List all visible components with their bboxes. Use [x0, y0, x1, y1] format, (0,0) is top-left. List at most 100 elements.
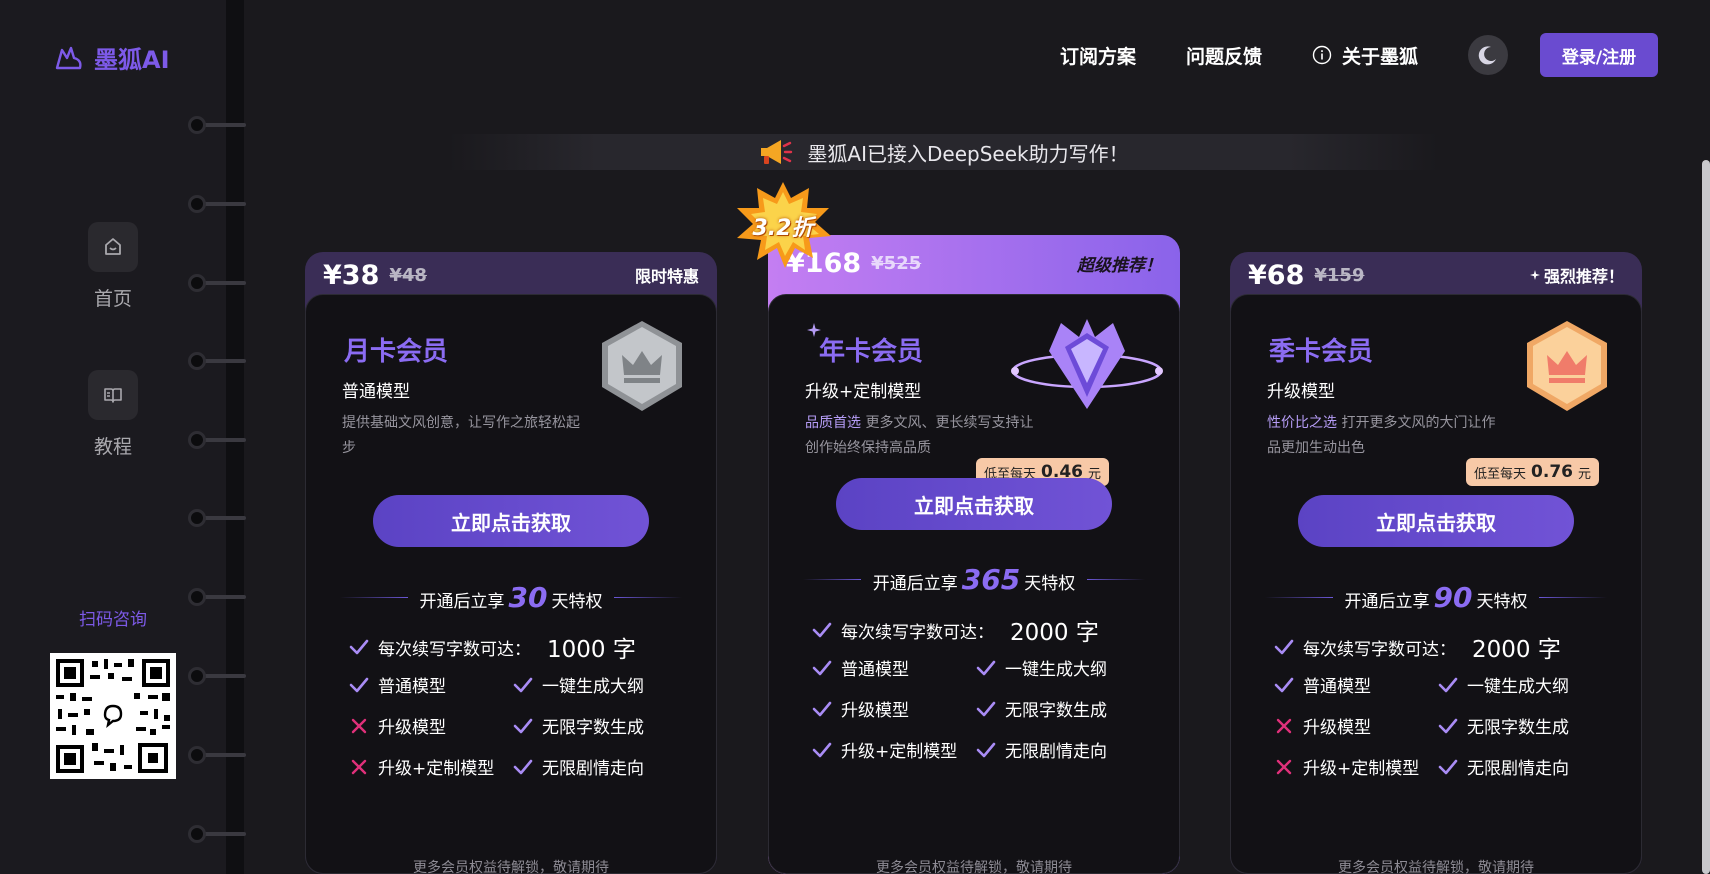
feature-item: 升级+定制模型 [811, 737, 957, 762]
check-icon [1438, 718, 1458, 733]
feature-item: 无限字数生成 [512, 713, 644, 738]
perk-duration: 开通后立享 90 天特权 [1265, 581, 1607, 614]
daily-unit: 元 [1577, 466, 1591, 482]
feature-label: 无限字数生成 [542, 718, 644, 738]
nav-feedback[interactable]: 问题反馈 [1186, 42, 1262, 69]
perk-duration: 开通后立享 365 天特权 [803, 563, 1146, 596]
binder-ring [188, 509, 246, 527]
word-limit-label: 每次续写字数可达： [378, 639, 531, 660]
plan-model: 升级+定制模型 [805, 382, 922, 402]
plan-card-body: 年卡会员 升级+定制模型 品质首选 更多文风、更长续写支持让创作始终保持高品质 … [768, 294, 1180, 874]
theme-toggle-button[interactable] [1468, 35, 1508, 75]
megaphone-icon [761, 140, 793, 164]
perk-days: 90 [1433, 581, 1473, 614]
plan-card-yearly: ¥168 ¥525 超级推荐！ 年卡会员 升级+定制模型 品质首选 更多文风、更… [768, 235, 1180, 874]
feature-item: 普通模型 [811, 655, 909, 680]
plan-card-header: ¥38 ¥48 限时特惠 [305, 252, 717, 298]
feature-item: 一键生成大纲 [975, 655, 1107, 680]
sidebar-item-label: 教程 [93, 436, 132, 458]
binder-ring [188, 588, 246, 606]
binder-ring [188, 116, 246, 134]
feature-item: 升级模型 [811, 696, 909, 721]
page-scrollbar[interactable] [1702, 160, 1710, 874]
feature-item: 一键生成大纲 [512, 672, 644, 697]
check-icon [349, 639, 369, 655]
feature-item: 升级模型 [348, 713, 446, 738]
plan-footnote: 更多会员权益待解锁，敬请期待 [1338, 860, 1534, 874]
announcement-text: 墨狐AI已接入DeepSeek助力写作！ [807, 141, 1129, 166]
plan-old-price: ¥48 [389, 264, 427, 286]
feature-label: 一键生成大纲 [1005, 660, 1107, 680]
daily-price-badge: 低至每天 0.76 元 [1466, 458, 1599, 486]
perk-prefix: 开通后立享 [872, 574, 958, 594]
feature-item: 升级+定制模型 [348, 754, 494, 779]
check-icon [812, 701, 832, 716]
buy-now-button[interactable]: 立即点击获取 [1298, 495, 1574, 547]
word-limit-row: 每次续写字数可达： 2000 字 [1273, 630, 1561, 664]
plan-title: 季卡会员 [1269, 337, 1374, 367]
feature-item: 无限剧情走向 [1437, 754, 1569, 779]
nav-about[interactable]: 关于墨狐 [1312, 42, 1418, 69]
feature-item: 无限字数生成 [1437, 713, 1569, 738]
feature-item: 升级+定制模型 [1273, 754, 1419, 779]
logo[interactable]: 墨狐AI [54, 40, 170, 75]
plan-description: 提供基础文风创意，让写作之旅轻松起步 [342, 411, 582, 461]
nav-subscription-plans[interactable]: 订阅方案 [1060, 42, 1136, 69]
plan-description-highlight: 性价比之选 [1267, 415, 1337, 431]
feature-label: 普通模型 [1303, 677, 1371, 697]
buy-now-button[interactable]: 立即点击获取 [836, 478, 1112, 530]
check-icon [812, 622, 832, 638]
check-icon [1274, 677, 1294, 692]
plan-model: 升级模型 [1267, 382, 1335, 402]
buy-now-button[interactable]: 立即点击获取 [373, 495, 649, 547]
announcement-bar: 墨狐AI已接入DeepSeek助力写作！ [448, 134, 1438, 170]
home-icon-box [88, 222, 138, 272]
check-icon [976, 701, 996, 716]
check-icon [812, 742, 832, 757]
gold-crown-badge-icon [1527, 321, 1607, 411]
feature-item: 升级模型 [1273, 713, 1371, 738]
cross-icon [351, 718, 367, 733]
top-nav: 订阅方案 问题反馈 关于墨狐 登录/注册 [1060, 32, 1658, 78]
binder-ring [188, 195, 246, 213]
binder-ring [188, 274, 246, 292]
check-icon [976, 660, 996, 675]
feature-label: 升级模型 [841, 701, 909, 721]
word-limit-row: 每次续写字数可达： 1000 字 [348, 630, 636, 664]
feature-label: 无限剧情走向 [1467, 759, 1569, 779]
plan-description-highlight: 品质首选 [805, 415, 861, 431]
feature-label: 无限字数生成 [1467, 718, 1569, 738]
perk-prefix: 开通后立享 [419, 592, 505, 612]
check-icon [976, 742, 996, 757]
silver-crown-badge-icon [602, 321, 682, 411]
feature-item: 普通模型 [1273, 672, 1371, 697]
word-limit-row: 每次续写字数可达： 2000 字 [811, 613, 1099, 647]
daily-value: 0.76 [1531, 462, 1573, 482]
brand-name: 墨狐AI [94, 46, 170, 74]
sidebar-item-home[interactable]: 首页 [87, 222, 139, 311]
word-limit-value: 2000 字 [1010, 620, 1099, 646]
check-icon [513, 718, 533, 733]
login-register-button[interactable]: 登录/注册 [1540, 33, 1658, 77]
word-limit-label: 每次续写字数可达： [1303, 639, 1456, 660]
feature-item: 无限剧情走向 [975, 737, 1107, 762]
moon-icon [1478, 46, 1496, 65]
perk-days: 365 [961, 563, 1021, 596]
plan-card-quarterly: ¥68 ¥159 强烈推荐！ 季卡会员 升级模型 性价比之选 打开更多文风的大门… [1230, 252, 1642, 874]
check-icon [513, 677, 533, 692]
plan-footnote: 更多会员权益待解锁，敬请期待 [413, 860, 609, 874]
perk-suffix: 天特权 [1024, 574, 1076, 594]
perk-suffix: 天特权 [551, 592, 603, 612]
feature-label: 升级+定制模型 [1303, 759, 1420, 779]
check-icon [1274, 639, 1294, 655]
plan-tag: 强烈推荐！ [1529, 263, 1624, 287]
daily-prefix: 低至每天 [1474, 466, 1527, 482]
nav-about-label: 关于墨狐 [1341, 45, 1418, 68]
plan-card-header: ¥68 ¥159 强烈推荐！ [1230, 252, 1642, 298]
plan-title: 年卡会员 [819, 337, 924, 367]
scan-consult-label: 扫码咨询 [79, 610, 147, 630]
plan-tag: 限时特惠 [634, 267, 699, 286]
sidebar-item-tutorial[interactable]: 教程 [87, 370, 139, 459]
feature-label: 普通模型 [841, 660, 909, 680]
feature-label: 升级+定制模型 [378, 759, 495, 779]
